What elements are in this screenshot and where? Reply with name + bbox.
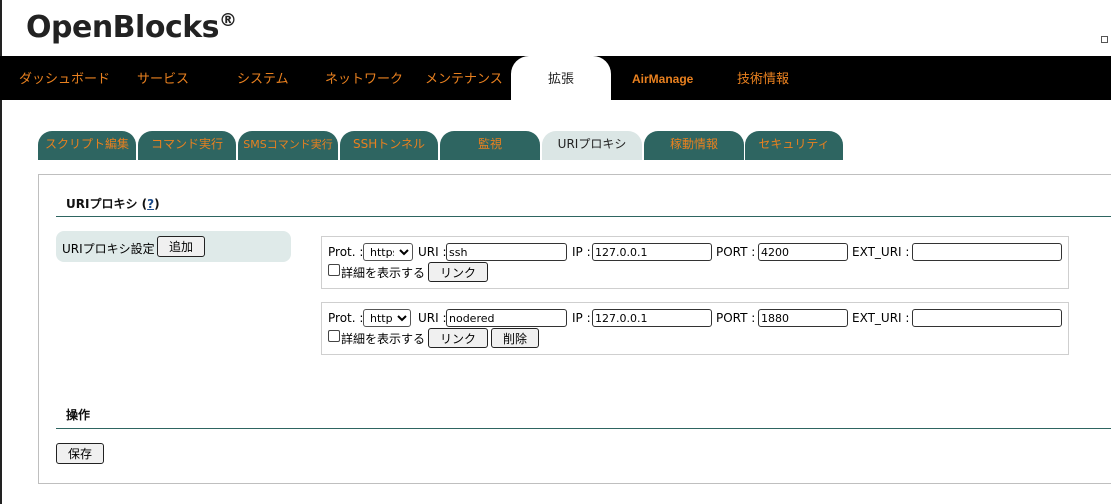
tab-uri-proxy[interactable]: URIプロキシ xyxy=(542,131,642,160)
prot-label: Prot. : xyxy=(328,245,364,259)
delete-button[interactable]: 削除 xyxy=(491,328,539,348)
prot-label: Prot. : xyxy=(328,311,364,325)
port-label: PORT : xyxy=(716,245,756,259)
prot-select[interactable]: http xyxy=(363,309,411,327)
uri-label: URI : xyxy=(418,311,447,325)
ip-input[interactable] xyxy=(592,309,712,327)
nav-airmanage[interactable]: AirManage xyxy=(632,56,693,100)
detail-checkbox[interactable] xyxy=(328,330,340,342)
ip-label: IP : xyxy=(572,311,591,325)
nav-tech-info[interactable]: 技術情報 xyxy=(737,56,789,100)
section-title-operation: 操作 xyxy=(66,408,91,422)
section-divider xyxy=(56,428,1111,429)
section-divider xyxy=(56,216,1111,217)
port-input[interactable] xyxy=(758,243,848,261)
save-button[interactable]: 保存 xyxy=(56,443,104,464)
openblocks-logo: OpenBlocks® xyxy=(26,10,237,45)
detail-label: 詳細を表示する xyxy=(341,332,426,346)
link-button[interactable]: リンク xyxy=(428,328,488,348)
detail-label: 詳細を表示する xyxy=(341,266,426,280)
tab-script-edit[interactable]: スクリプト編集 xyxy=(38,131,136,160)
ip-input[interactable] xyxy=(592,243,712,261)
uri-input[interactable] xyxy=(446,243,567,261)
tab-command-exec[interactable]: コマンド実行 xyxy=(138,131,236,160)
ext-uri-label: EXT_URI : xyxy=(852,311,910,325)
nav-network[interactable]: ネットワーク xyxy=(325,56,403,100)
main-nav: ダッシュボード サービス システム ネットワーク メンテナンス 拡張 AirMa… xyxy=(0,56,1111,100)
tab-operation-info[interactable]: 稼動情報 xyxy=(644,131,744,160)
nav-system[interactable]: システム xyxy=(237,56,289,100)
window-control-icon[interactable] xyxy=(1101,36,1108,43)
nav-extension[interactable]: 拡張 xyxy=(511,56,611,100)
port-input[interactable] xyxy=(758,309,848,327)
ext-uri-input[interactable] xyxy=(912,309,1062,327)
tab-monitor[interactable]: 監視 xyxy=(440,131,540,160)
link-button[interactable]: リンク xyxy=(428,262,488,282)
detail-checkbox[interactable] xyxy=(328,264,340,276)
nav-services[interactable]: サービス xyxy=(137,56,189,100)
prot-select[interactable]: https xyxy=(363,243,413,261)
tab-ssh-tunnel[interactable]: SSHトンネル xyxy=(340,131,438,160)
port-label: PORT : xyxy=(716,311,756,325)
ip-label: IP : xyxy=(572,245,591,259)
tab-security[interactable]: セキュリティ xyxy=(745,131,843,160)
tab-sms-command-exec[interactable]: SMSコマンド実行 xyxy=(238,131,338,160)
ext-uri-label: EXT_URI : xyxy=(852,245,910,259)
ext-uri-input[interactable] xyxy=(912,243,1062,261)
nav-dashboard[interactable]: ダッシュボード xyxy=(19,56,110,100)
nav-maintenance[interactable]: メンテナンス xyxy=(425,56,503,100)
uri-input[interactable] xyxy=(446,309,567,327)
section-title-uri-proxy: URIプロキシ (?) xyxy=(66,197,160,211)
uri-proxy-setting-label: URIプロキシ設定 xyxy=(62,242,155,256)
uri-label: URI : xyxy=(418,245,447,259)
add-button[interactable]: 追加 xyxy=(157,236,205,257)
